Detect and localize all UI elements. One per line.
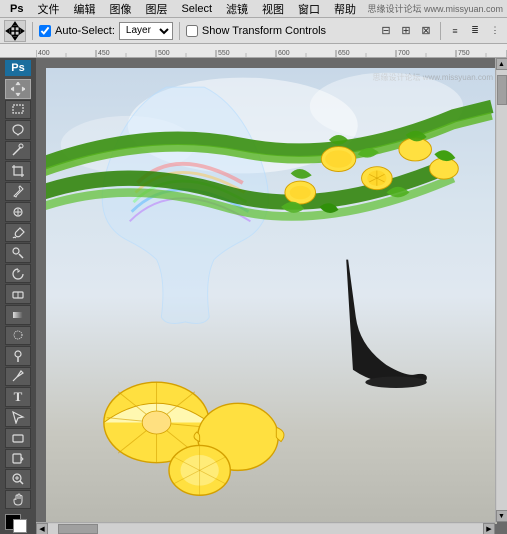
- align-right-btn[interactable]: ⊠: [418, 23, 434, 39]
- tool-note[interactable]: [5, 449, 31, 469]
- ruler-ticks: 400 450 500 550 600 650 700 750 800: [36, 44, 507, 57]
- tool-pen[interactable]: [5, 367, 31, 387]
- artwork-svg: [46, 68, 497, 524]
- canvas-area: 思缘设计论坛 www.missyuan.com: [36, 58, 507, 534]
- menu-window[interactable]: 窗口: [292, 0, 326, 18]
- distribute-btn1[interactable]: ≡: [447, 23, 463, 39]
- layer-select[interactable]: Layer Group: [119, 22, 173, 40]
- svg-text:450: 450: [98, 50, 110, 57]
- scroll-right-btn[interactable]: ▶: [483, 523, 495, 534]
- toolbox: Ps: [0, 58, 36, 534]
- menu-select[interactable]: Select: [175, 2, 218, 16]
- svg-text:650: 650: [338, 50, 350, 57]
- svg-text:750: 750: [458, 50, 470, 57]
- tool-shape[interactable]: [5, 428, 31, 448]
- tool-lasso[interactable]: [5, 120, 31, 140]
- svg-text:550: 550: [218, 50, 230, 57]
- autoselect-checkbox[interactable]: [39, 25, 51, 37]
- scroll-thumb[interactable]: [497, 75, 507, 105]
- move-tool-btn[interactable]: [4, 20, 26, 42]
- menu-file[interactable]: 文件: [31, 0, 65, 18]
- artwork-canvas: 思缘设计论坛 www.missyuan.com: [46, 68, 497, 524]
- autoselect-label: Auto-Select:: [55, 25, 115, 37]
- svg-text:400: 400: [38, 50, 50, 57]
- color-swatches[interactable]: [5, 514, 31, 532]
- tool-magic-wand[interactable]: [5, 141, 31, 161]
- watermark-text: 思缘设计论坛 www.missyuan.com: [367, 2, 503, 15]
- tool-marquee[interactable]: [5, 100, 31, 120]
- toolbar-sep3: [440, 22, 441, 40]
- tool-zoom[interactable]: [5, 469, 31, 489]
- ps-logo: Ps: [5, 60, 31, 76]
- tool-brush[interactable]: [5, 223, 31, 243]
- tool-dodge[interactable]: [5, 346, 31, 366]
- tool-hand[interactable]: [5, 490, 31, 510]
- tool-gradient[interactable]: [5, 305, 31, 325]
- scroll-left-btn[interactable]: ◀: [36, 523, 48, 534]
- tool-heal[interactable]: [5, 202, 31, 222]
- svg-text:600: 600: [278, 50, 290, 57]
- menu-help[interactable]: 帮助: [328, 0, 362, 18]
- scroll-up-btn[interactable]: ▲: [496, 58, 507, 70]
- tool-crop[interactable]: [5, 161, 31, 181]
- menu-image[interactable]: 图像: [103, 0, 137, 18]
- toolbar-sep2: [179, 22, 180, 40]
- tool-blur[interactable]: [5, 326, 31, 346]
- scroll-horiz-track: [48, 524, 483, 534]
- tool-eraser[interactable]: [5, 284, 31, 304]
- svg-text:700: 700: [398, 50, 410, 57]
- menubar: Ps 文件 编辑 图像 图层 Select 滤镜 视图 窗口 帮助 思缘设计论坛…: [0, 0, 507, 18]
- main-area: Ps: [0, 58, 507, 534]
- scroll-horiz-thumb[interactable]: [58, 524, 98, 534]
- distribute-btn2[interactable]: ≣: [467, 23, 483, 39]
- toolbar-sep1: [32, 22, 33, 40]
- tool-path-select[interactable]: [5, 408, 31, 428]
- tool-clone[interactable]: [5, 243, 31, 263]
- tool-move[interactable]: [5, 79, 31, 99]
- scrollbar-horizontal[interactable]: ◀ ▶: [36, 522, 495, 534]
- svg-text:500: 500: [158, 50, 170, 57]
- tool-history[interactable]: [5, 264, 31, 284]
- menu-filter[interactable]: 滤镜: [220, 0, 254, 18]
- menu-ps[interactable]: Ps: [4, 2, 29, 16]
- scroll-track: [497, 70, 507, 510]
- scroll-down-btn[interactable]: ▼: [496, 510, 507, 522]
- toolbar: Auto-Select: Layer Group Show Transform …: [0, 18, 507, 44]
- scrollbar-vertical[interactable]: ▲ ▼: [495, 58, 507, 522]
- distribute-btn3[interactable]: ⋮: [487, 23, 503, 39]
- transform-label: Show Transform Controls: [202, 25, 326, 37]
- ruler-top: 400 450 500 550 600 650 700 750 800: [0, 44, 507, 58]
- tool-eyedropper[interactable]: [5, 182, 31, 202]
- menu-layer[interactable]: 图层: [139, 0, 173, 18]
- align-left-btn[interactable]: ⊟: [378, 23, 394, 39]
- tool-text[interactable]: T: [5, 387, 31, 407]
- menu-edit[interactable]: 编辑: [67, 0, 101, 18]
- transform-checkbox[interactable]: [186, 25, 198, 37]
- align-center-btn[interactable]: ⊞: [398, 23, 414, 39]
- menu-view[interactable]: 视图: [256, 0, 290, 18]
